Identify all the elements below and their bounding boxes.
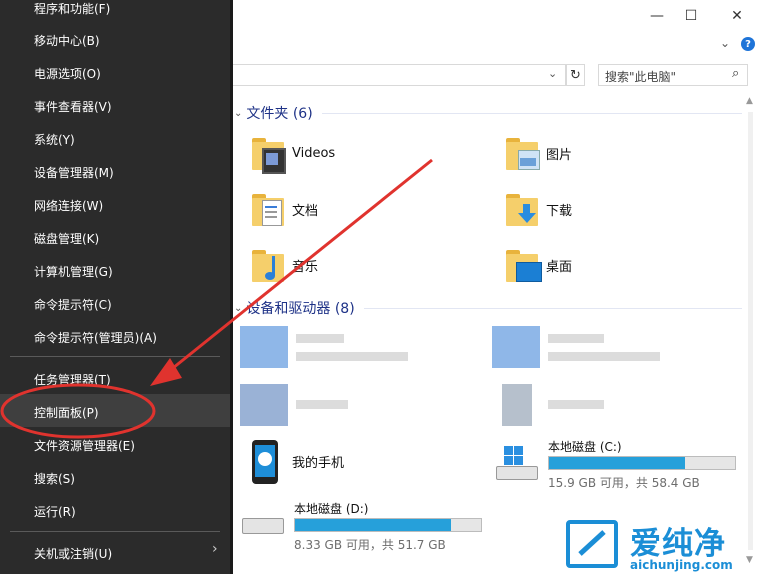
music-folder-icon xyxy=(248,244,288,286)
folder-downloads[interactable]: 下载 xyxy=(502,188,572,230)
drive-usage-fill xyxy=(295,519,452,531)
menu-item-network[interactable]: 网络连接(W) xyxy=(34,197,103,214)
phone-icon xyxy=(248,440,288,484)
folder-label: 文档 xyxy=(292,203,319,219)
menu-item-computer-management[interactable]: 计算机管理(G) xyxy=(34,263,113,280)
blurred-device[interactable] xyxy=(240,326,440,370)
address-bar[interactable] xyxy=(230,64,566,86)
menu-item-task-manager[interactable]: 任务管理器(T) xyxy=(34,371,111,388)
menu-item-shutdown[interactable]: 关机或注销(U) xyxy=(34,545,112,562)
chevron-right-icon: › xyxy=(212,541,218,557)
address-dropdown-icon[interactable]: ⌄ xyxy=(548,67,557,80)
drive-usage-fill xyxy=(549,457,685,469)
folder-label: 下载 xyxy=(546,203,573,219)
section-divider xyxy=(322,113,742,114)
windows-drive-icon xyxy=(494,446,542,486)
device-icon xyxy=(240,326,288,368)
drive-c[interactable]: 本地磁盘 (C:) 15.9 GB 可用，共 58.4 GB xyxy=(494,436,744,490)
file-explorer-window: — ☐ ✕ ⌄ ? ⌄ ↻ 搜索"此电脑" ⌕ ▲ ▼ ⌄ 文件夹 (6) Vi… xyxy=(230,0,762,574)
folder-label: 图片 xyxy=(546,147,573,163)
folder-label: Videos xyxy=(292,145,336,161)
blurred-device[interactable] xyxy=(502,384,702,428)
collapse-caret-icon[interactable]: ⌄ xyxy=(234,303,242,314)
videos-folder-icon xyxy=(248,132,288,174)
desktop-folder-icon xyxy=(502,244,542,286)
blurred-device[interactable] xyxy=(492,326,692,370)
minimize-button[interactable]: — xyxy=(642,4,672,28)
menu-item-power-options[interactable]: 电源选项(O) xyxy=(34,65,101,82)
menu-separator xyxy=(10,531,220,532)
downloads-folder-icon xyxy=(502,188,542,230)
collapse-caret-icon[interactable]: ⌄ xyxy=(234,108,242,119)
pictures-folder-icon xyxy=(502,132,542,174)
drive-label: 本地磁盘 (D:) xyxy=(294,502,369,516)
device-icon xyxy=(502,384,532,426)
menu-separator xyxy=(10,356,220,357)
watermark-brand: 爱纯净 xyxy=(630,526,726,562)
devices-section-header[interactable]: ⌄ 设备和驱动器 (8) xyxy=(234,298,355,318)
menu-item-search[interactable]: 搜索(S) xyxy=(34,470,75,487)
refresh-icon: ↻ xyxy=(570,67,581,83)
menu-item-system[interactable]: 系统(Y) xyxy=(34,131,75,148)
folder-music[interactable]: 音乐 xyxy=(248,244,318,286)
refresh-button[interactable]: ↻ xyxy=(566,64,585,86)
search-input[interactable]: 搜索"此电脑" xyxy=(598,64,748,86)
menu-item-command-prompt-admin[interactable]: 命令提示符(管理员)(A) xyxy=(34,329,157,346)
scrollbar[interactable] xyxy=(748,112,753,550)
device-icon xyxy=(240,384,288,426)
watermark-url: aichunjing.com xyxy=(630,558,733,572)
drive-icon xyxy=(240,518,284,542)
folders-section-header[interactable]: ⌄ 文件夹 (6) xyxy=(234,103,313,123)
expand-ribbon-icon[interactable]: ⌄ xyxy=(720,36,730,50)
folder-label: 桌面 xyxy=(546,259,573,275)
folder-pictures[interactable]: 图片 xyxy=(502,132,572,174)
folder-videos[interactable]: Videos xyxy=(248,132,335,174)
drive-space-text: 8.33 GB 可用，共 51.7 GB xyxy=(294,538,446,552)
menu-item-command-prompt[interactable]: 命令提示符(C) xyxy=(34,296,112,313)
drive-d[interactable]: 本地磁盘 (D:) 8.33 GB 可用，共 51.7 GB xyxy=(240,498,490,552)
search-icon[interactable]: ⌕ xyxy=(732,66,739,81)
menu-item-control-panel[interactable]: 控制面板(P) xyxy=(34,404,99,421)
drive-usage-bar xyxy=(294,518,482,532)
device-icon xyxy=(492,326,540,368)
blurred-device[interactable] xyxy=(240,384,440,428)
device-my-phone[interactable]: 我的手机 xyxy=(248,440,345,484)
menu-item-disk-management[interactable]: 磁盘管理(K) xyxy=(34,230,99,247)
menu-item-file-explorer[interactable]: 文件资源管理器(E) xyxy=(34,437,135,454)
watermark: 爱纯净 aichunjing.com xyxy=(566,518,762,574)
folder-documents[interactable]: 文档 xyxy=(248,188,318,230)
drive-usage-bar xyxy=(548,456,736,470)
menu-item-mobility-center[interactable]: 移动中心(B) xyxy=(34,32,100,49)
menu-item-run[interactable]: 运行(R) xyxy=(34,503,76,520)
scroll-up-icon[interactable]: ▲ xyxy=(746,96,753,106)
device-label: 我的手机 xyxy=(292,455,345,471)
menu-item-device-manager[interactable]: 设备管理器(M) xyxy=(34,164,114,181)
help-icon[interactable]: ? xyxy=(741,37,755,51)
folders-section-title: 文件夹 (6) xyxy=(246,106,313,122)
section-divider xyxy=(364,308,742,309)
drive-space-text: 15.9 GB 可用，共 58.4 GB xyxy=(548,476,700,490)
menu-item-event-viewer[interactable]: 事件查看器(V) xyxy=(34,98,112,115)
drive-label: 本地磁盘 (C:) xyxy=(548,440,622,454)
folder-label: 音乐 xyxy=(292,259,319,275)
close-button[interactable]: ✕ xyxy=(722,4,752,28)
winx-menu: 程序和功能(F) 移动中心(B) 电源选项(O) 事件查看器(V) 系统(Y) … xyxy=(0,0,232,574)
maximize-button[interactable]: ☐ xyxy=(676,4,706,28)
folder-desktop[interactable]: 桌面 xyxy=(502,244,572,286)
devices-section-title: 设备和驱动器 (8) xyxy=(246,301,355,317)
watermark-logo xyxy=(566,520,618,568)
menu-edge xyxy=(230,0,233,574)
documents-folder-icon xyxy=(248,188,288,230)
menu-item-programs[interactable]: 程序和功能(F) xyxy=(34,0,110,17)
